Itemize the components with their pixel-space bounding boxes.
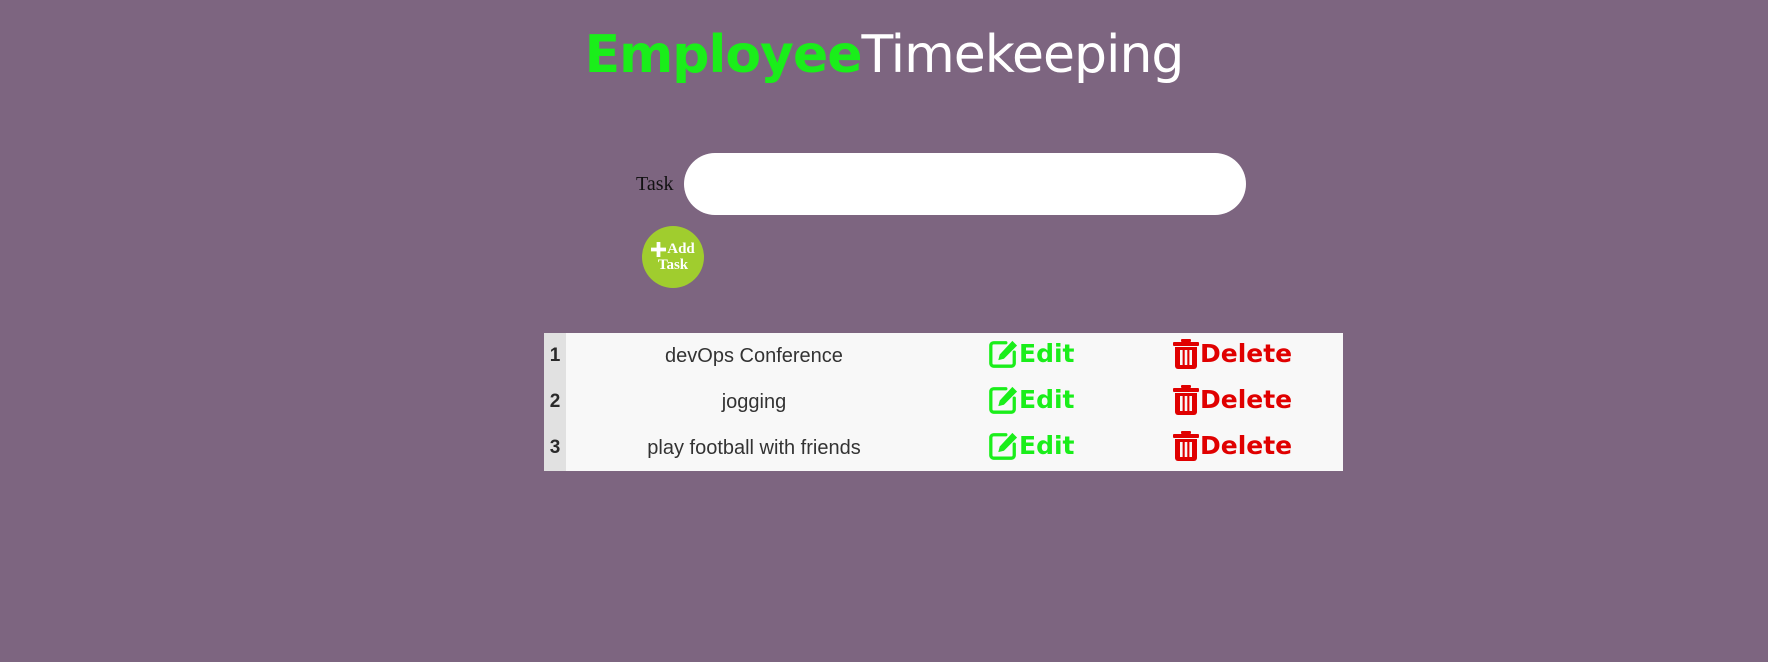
edit-icon bbox=[989, 432, 1018, 460]
task-input[interactable] bbox=[684, 153, 1246, 215]
trash-icon bbox=[1173, 384, 1199, 415]
task-label: Task bbox=[636, 173, 674, 195]
delete-button[interactable]: Delete bbox=[1173, 338, 1293, 369]
task-name: devOps Conference bbox=[665, 344, 843, 367]
task-name: jogging bbox=[721, 390, 787, 413]
task-row: 3 play football with friends Edit Delete bbox=[544, 425, 1343, 471]
task-table: 1 devOps Conference Edit Delete 2 joggin… bbox=[544, 333, 1343, 471]
task-name: play football with friends bbox=[647, 436, 861, 459]
task-index: 1 bbox=[544, 333, 566, 379]
delete-button[interactable]: Delete bbox=[1173, 430, 1293, 461]
add-task-label-2: Task bbox=[657, 257, 689, 273]
delete-cell: Delete bbox=[1139, 379, 1343, 425]
title-brand: Employee bbox=[584, 25, 863, 85]
page-title: EmployeeTimekeeping bbox=[0, 20, 1768, 90]
delete-label: Delete bbox=[1200, 339, 1293, 368]
edit-label: Edit bbox=[1019, 339, 1075, 368]
title-rest: Timekeeping bbox=[861, 25, 1185, 85]
edit-icon bbox=[989, 340, 1018, 368]
edit-button[interactable]: Edit bbox=[988, 431, 1075, 461]
edit-icon bbox=[989, 386, 1018, 414]
add-task-button[interactable]: Add Task bbox=[642, 226, 704, 288]
add-task-label-1: Add bbox=[667, 241, 695, 257]
delete-label: Delete bbox=[1200, 385, 1293, 414]
task-row: 1 devOps Conference Edit Delete bbox=[544, 333, 1343, 379]
delete-button[interactable]: Delete bbox=[1173, 384, 1293, 415]
edit-button[interactable]: Edit bbox=[988, 385, 1075, 415]
delete-cell: Delete bbox=[1139, 333, 1343, 379]
edit-cell: Edit bbox=[942, 425, 1139, 471]
edit-label: Edit bbox=[1019, 385, 1075, 414]
add-task-line1: Add bbox=[651, 241, 695, 257]
edit-cell: Edit bbox=[942, 379, 1139, 425]
plus-icon bbox=[651, 241, 667, 257]
trash-icon bbox=[1173, 430, 1199, 461]
delete-cell: Delete bbox=[1139, 425, 1343, 471]
edit-label: Edit bbox=[1019, 431, 1075, 460]
edit-cell: Edit bbox=[942, 333, 1139, 379]
task-row: 2 jogging Edit Delete bbox=[544, 379, 1343, 425]
task-index: 2 bbox=[544, 379, 566, 425]
delete-label: Delete bbox=[1200, 431, 1293, 460]
edit-button[interactable]: Edit bbox=[988, 339, 1075, 369]
trash-icon bbox=[1173, 338, 1199, 369]
task-index: 3 bbox=[544, 425, 566, 471]
